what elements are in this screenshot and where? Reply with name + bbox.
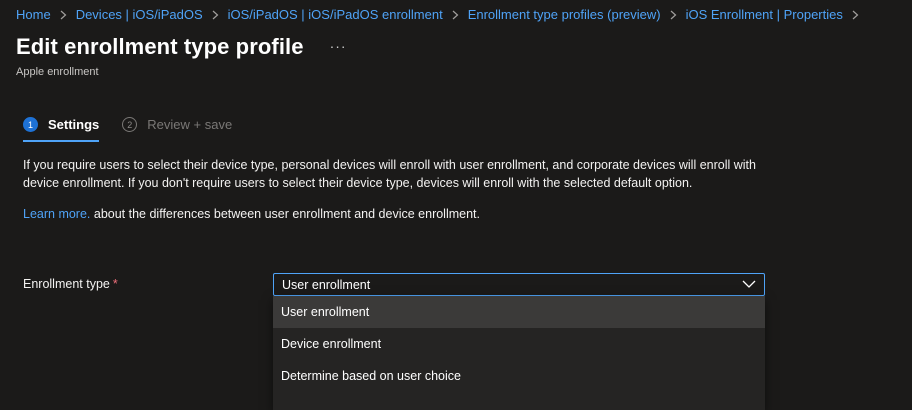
enrollment-type-label: Enrollment type * <box>23 277 118 291</box>
breadcrumb-home[interactable]: Home <box>16 7 51 22</box>
breadcrumb-ios-enrollment[interactable]: iOS/iPadOS | iOS/iPadOS enrollment <box>228 7 443 22</box>
field-label-text: Enrollment type <box>23 277 110 291</box>
dropdown-selected-value: User enrollment <box>282 277 371 292</box>
step-settings[interactable]: 1 Settings <box>23 117 100 142</box>
learn-more-text: about the differences between user enrol… <box>90 207 480 221</box>
chevron-right-icon <box>452 10 459 20</box>
breadcrumb-devices-ios[interactable]: Devices | iOS/iPadOS <box>76 7 203 22</box>
dropdown-option-device-enrollment[interactable]: Device enrollment <box>273 328 765 360</box>
breadcrumb-ios-enrollment-properties[interactable]: iOS Enrollment | Properties <box>686 7 843 22</box>
chevron-right-icon <box>852 10 859 20</box>
chevron-right-icon <box>212 10 219 20</box>
step-label: Review + save <box>147 117 233 132</box>
breadcrumb: Home Devices | iOS/iPadOS iOS/iPadOS | i… <box>16 7 868 22</box>
active-step-underline <box>23 140 100 142</box>
chevron-down-icon <box>742 280 756 288</box>
page-subtitle: Apple enrollment <box>16 66 99 78</box>
step-review-save[interactable]: 2 Review + save <box>122 117 232 132</box>
learn-more-link[interactable]: Learn more. <box>23 207 90 221</box>
required-marker: * <box>112 277 118 291</box>
dropdown-option-user-enrollment[interactable]: User enrollment <box>273 296 765 328</box>
enrollment-type-dropdown[interactable]: User enrollment <box>273 273 765 296</box>
dropdown-option-user-choice[interactable]: Determine based on user choice <box>273 360 765 392</box>
title-row: Edit enrollment type profile ··· <box>16 34 347 60</box>
step-number-badge: 2 <box>122 117 138 132</box>
description-text: If you require users to select their dev… <box>23 158 756 190</box>
dropdown-menu: User enrollment Device enrollment Determ… <box>273 296 765 410</box>
ellipsis-icon[interactable]: ··· <box>330 38 347 54</box>
step-number-badge: 1 <box>23 117 38 132</box>
page-title: Edit enrollment type profile <box>16 34 304 59</box>
breadcrumb-enrollment-type-profiles[interactable]: Enrollment type profiles (preview) <box>468 7 661 22</box>
learn-more-line: Learn more. about the differences betwee… <box>23 207 480 221</box>
chevron-right-icon <box>60 10 67 20</box>
chevron-right-icon <box>670 10 677 20</box>
wizard-steps: 1 Settings 2 Review + save <box>23 117 232 142</box>
step-label: Settings <box>48 117 100 132</box>
